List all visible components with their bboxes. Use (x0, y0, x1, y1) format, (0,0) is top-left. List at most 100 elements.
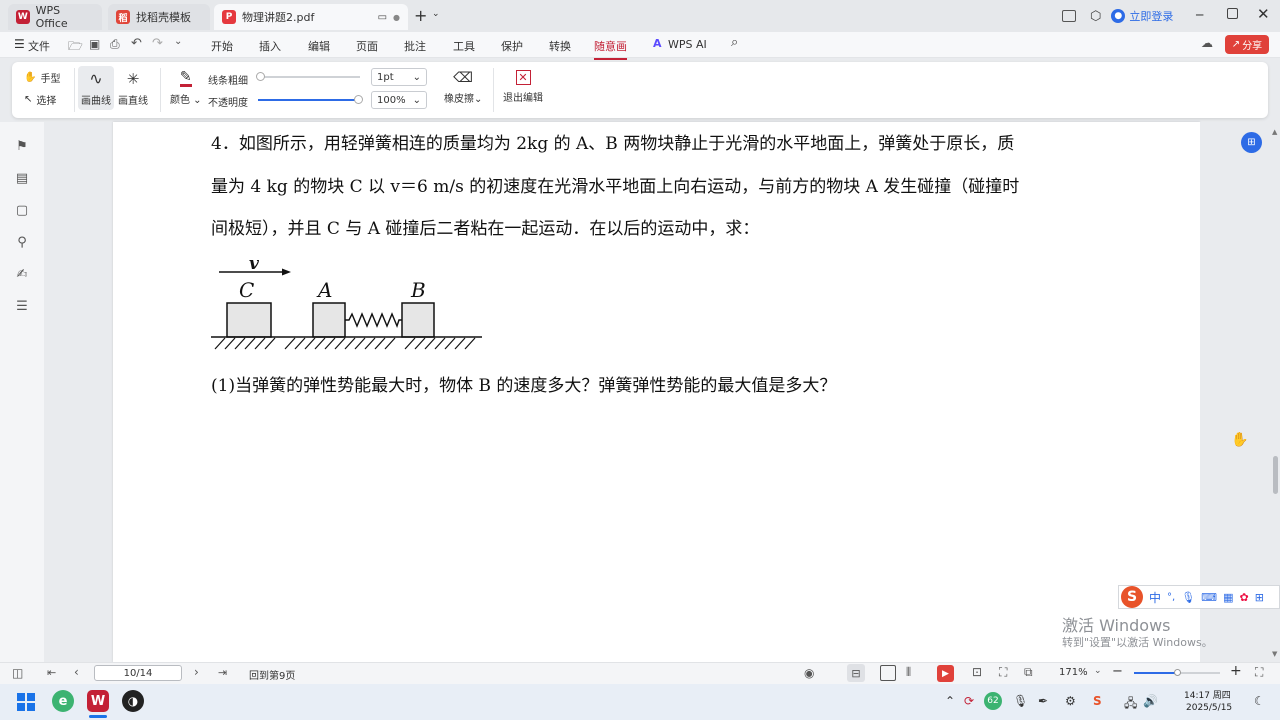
zoom-chevron-icon[interactable]: ⌄ (1094, 666, 1102, 676)
skin-icon[interactable]: ✿ (1239, 591, 1248, 604)
tray-pen-icon[interactable]: ✒ (1038, 694, 1048, 708)
ime-toolbar[interactable]: S 中 °, 🎙 ⌨ ▦ ✿ ⊞ (1118, 585, 1280, 609)
two-page-view-icon[interactable]: ⫴ (906, 665, 911, 680)
first-page-icon[interactable]: ⇤ (47, 666, 56, 679)
comment-icon[interactable]: ▢ (15, 203, 29, 218)
punctuation-icon[interactable]: °, (1167, 592, 1175, 603)
fit-page-icon[interactable]: ⛶ (999, 665, 1007, 680)
menu-edit[interactable]: 编辑 (308, 38, 330, 54)
user-avatar-icon[interactable]: ● (1111, 9, 1126, 23)
menu-wps-ai[interactable]: WPS AI (668, 38, 707, 51)
tray-settings-icon[interactable]: ⚙ (1065, 694, 1076, 708)
scroll-up-icon[interactable]: ▲ (1272, 128, 1277, 136)
wps-taskbar-icon[interactable]: W (87, 690, 109, 712)
menu-convert[interactable]: 转换 (549, 38, 571, 54)
menu-start[interactable]: 开始 (211, 38, 233, 54)
screenshot-icon[interactable]: ⧉ (1024, 665, 1033, 680)
zoom-in-button[interactable]: + (1230, 663, 1242, 679)
taskbar-date[interactable]: 2025/5/15 (1186, 703, 1232, 713)
select-tool[interactable]: ↖ 选择 (24, 92, 56, 107)
draw-curve-tool[interactable]: ∿ 画曲线 (78, 66, 114, 110)
last-page-icon[interactable]: ⇥ (218, 666, 227, 679)
mic-icon[interactable]: 🎙 (1181, 591, 1195, 604)
back-to-page-link[interactable]: 回到第9页 (249, 667, 295, 682)
menu-page[interactable]: 页面 (356, 38, 378, 54)
save-icon[interactable]: ▣ (89, 37, 100, 51)
ime-language[interactable]: 中 (1149, 589, 1161, 606)
menu-file[interactable]: 文件 (28, 38, 50, 54)
tab-document[interactable]: P 物理讲题2.pdf ▭ ● (214, 4, 408, 30)
opacity-handle[interactable] (354, 95, 363, 104)
new-tab-button[interactable]: + (414, 6, 427, 25)
toolbox-icon[interactable]: ⊞ (1255, 591, 1264, 604)
tray-mic-icon[interactable]: 🎙 (1013, 694, 1028, 708)
attachment-icon[interactable]: ⚲ (15, 235, 29, 250)
share-button[interactable]: ↗ 分享 (1225, 35, 1269, 54)
notification-moon-icon[interactable]: ☾ (1254, 694, 1265, 708)
line-width-slider[interactable] (256, 72, 360, 81)
fit-width-icon[interactable]: ⊡ (972, 665, 982, 679)
redo-icon[interactable]: ↷ (152, 36, 163, 51)
hamburger-icon[interactable]: ☰ (14, 37, 25, 51)
zoom-out-button[interactable]: − (1112, 664, 1123, 679)
layers-icon[interactable]: ☰ (15, 299, 29, 314)
cube-icon[interactable]: ⬡ (1090, 9, 1101, 24)
tray-network-icon[interactable]: 🖧 (1124, 694, 1137, 715)
login-link[interactable]: 立即登录 (1129, 8, 1173, 24)
scroll-down-icon[interactable]: ▼ (1272, 650, 1277, 658)
monitor-icon[interactable]: ▭ (378, 12, 387, 23)
vertical-scrollbar-thumb[interactable] (1273, 456, 1278, 494)
tray-volume-icon[interactable]: 🔊 (1143, 694, 1158, 708)
media-app-icon[interactable]: ◑ (122, 690, 144, 712)
keyboard-icon[interactable]: ⌨ (1201, 591, 1217, 604)
quick-chevron-icon[interactable]: ⌄ (174, 36, 182, 47)
color-tool[interactable]: ✎ 颜色 ⌄ (170, 70, 202, 106)
tray-sync-icon[interactable]: ⟳ (964, 694, 974, 708)
tray-sogou-icon[interactable]: S (1093, 694, 1102, 708)
draw-line-tool[interactable]: ✳ 画直线 (118, 70, 148, 107)
page-number-input[interactable]: 10/14 (94, 665, 182, 681)
close-button[interactable]: ✕ (1257, 5, 1270, 23)
tray-expand-icon[interactable]: ⌃ (945, 694, 955, 708)
menu-tools[interactable]: 工具 (453, 38, 475, 54)
window-tile-icon[interactable] (1062, 10, 1076, 22)
zoom-slider-handle[interactable] (1174, 669, 1181, 676)
chevron-down-icon[interactable]: ⌄ (432, 9, 440, 19)
signature-icon[interactable]: ✍ (15, 267, 29, 282)
zoom-slider[interactable] (1134, 669, 1220, 676)
search-icon[interactable]: ⌕ (731, 35, 738, 50)
undo-icon[interactable]: ↶ (131, 36, 142, 51)
tab-template[interactable]: 稻 找稻壳模板 (108, 4, 210, 30)
opacity-slider[interactable] (258, 95, 363, 104)
menu-insert[interactable]: 插入 (259, 38, 281, 54)
thumbnail-icon[interactable]: ▤ (15, 171, 29, 186)
tab-wps-office[interactable]: W WPS Office (8, 4, 102, 30)
bookmark-icon[interactable]: ⚑ (15, 139, 29, 154)
sidebar-toggle-icon[interactable]: ◫ (12, 666, 23, 680)
menu-protect[interactable]: 保护 (501, 38, 523, 54)
windows-start-icon[interactable] (17, 693, 35, 711)
exit-edit-button[interactable]: ✕ 退出编辑 (503, 70, 543, 104)
fullscreen-icon[interactable]: ⛶ (1255, 665, 1263, 680)
grid-icon[interactable]: ▦ (1223, 591, 1233, 604)
tray-badge[interactable]: 62 (984, 692, 1002, 710)
line-width-handle[interactable] (256, 72, 265, 81)
taskbar-time[interactable]: 14:17 周四 (1184, 688, 1231, 701)
continuous-view-icon[interactable] (880, 665, 896, 681)
hand-tool[interactable]: ✋ 手型 (24, 70, 60, 85)
print-icon[interactable]: ⎙ (110, 37, 120, 52)
menu-annotate[interactable]: 批注 (404, 38, 426, 54)
menu-freehand[interactable]: 随意画 (594, 38, 627, 60)
open-folder-icon[interactable]: 🗁 (68, 37, 83, 58)
line-width-select[interactable]: 1pt ⌄ (371, 68, 427, 86)
single-page-view-icon[interactable]: ⊟ (847, 664, 865, 682)
prev-page-icon[interactable]: ‹ (74, 665, 79, 679)
zoom-level[interactable]: 171% (1059, 667, 1088, 678)
opacity-select[interactable]: 100% ⌄ (371, 91, 427, 109)
translate-float-icon[interactable]: ⊞ (1241, 132, 1262, 153)
cloud-upload-icon[interactable]: ☁ (1201, 36, 1213, 50)
next-page-icon[interactable]: › (194, 665, 199, 679)
browser-e-icon[interactable]: e (52, 690, 74, 712)
minimize-button[interactable]: ─ (1196, 8, 1203, 22)
play-slideshow-icon[interactable]: ▶ (937, 665, 954, 682)
